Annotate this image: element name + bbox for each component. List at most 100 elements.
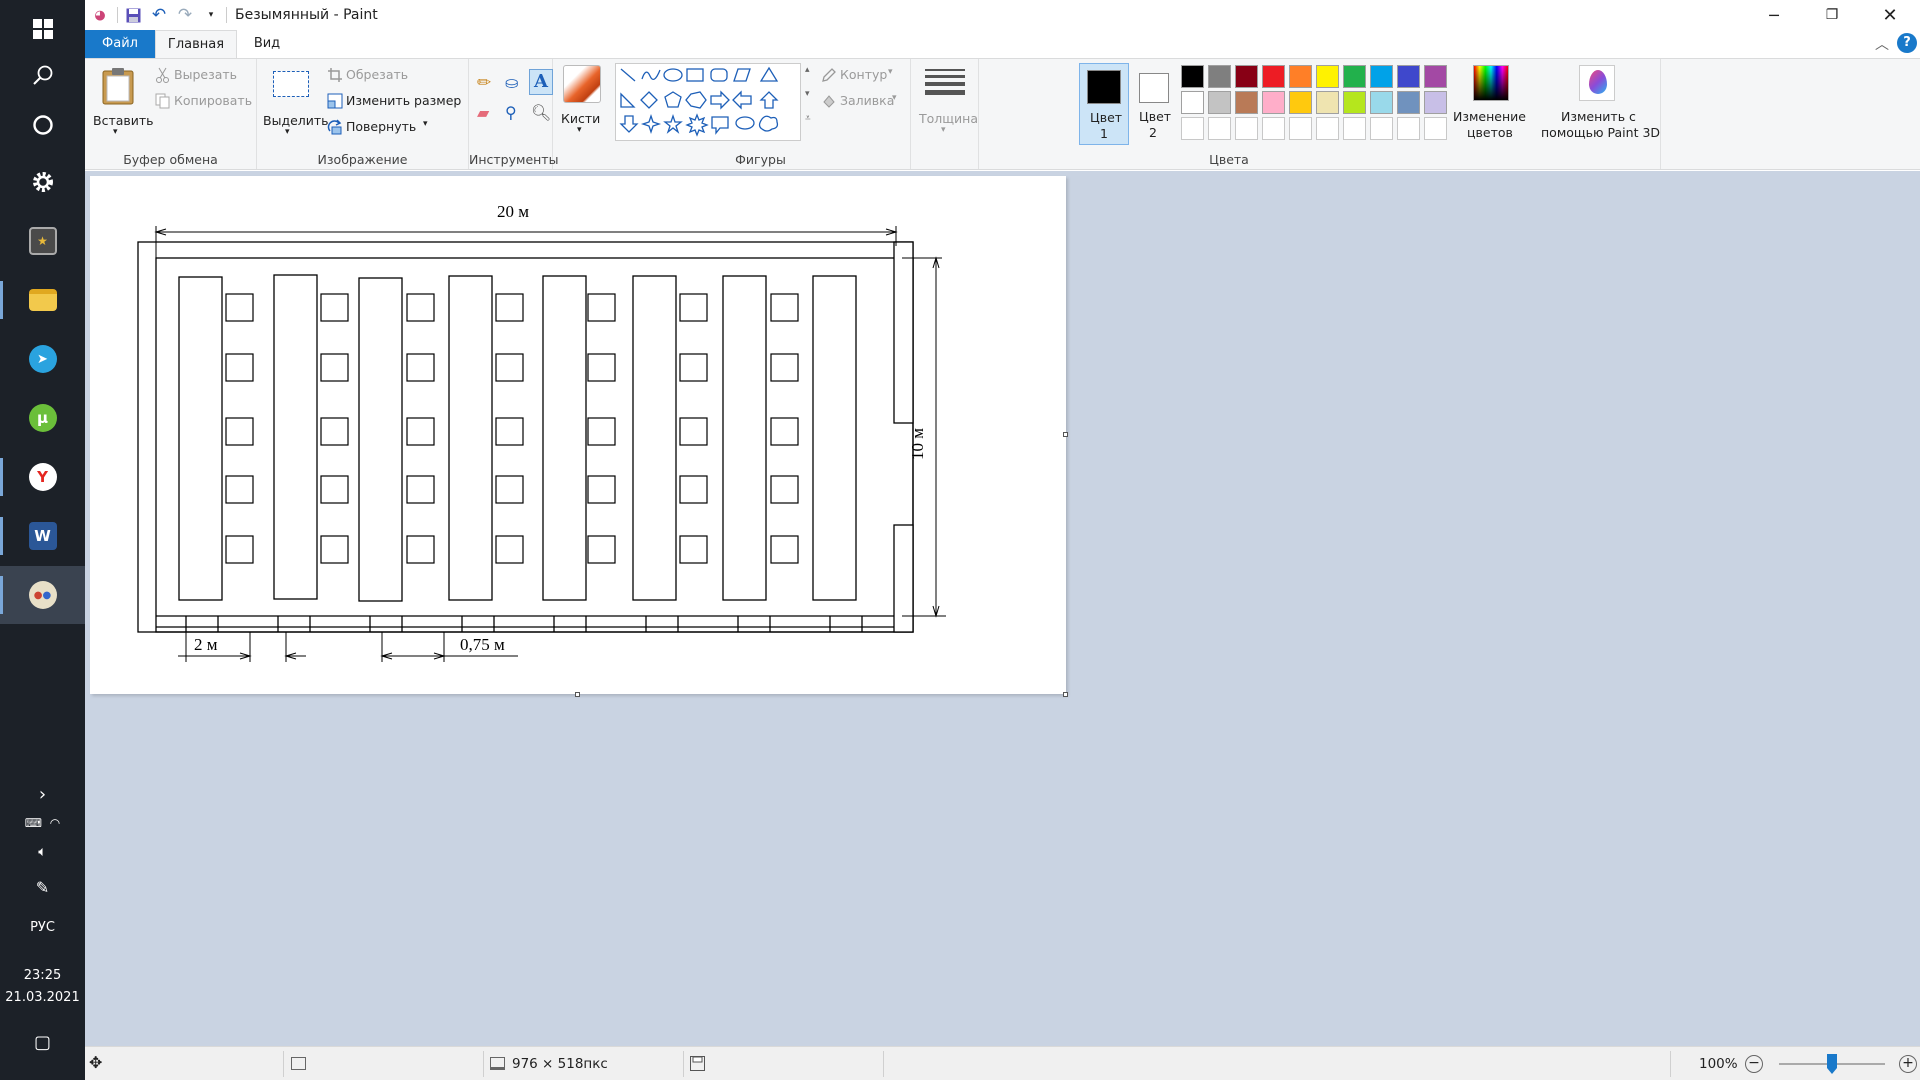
collapse-ribbon-icon[interactable]: ︿ <box>1875 34 1889 54</box>
taskbar-app-paint[interactable]: ● ● <box>0 566 85 624</box>
settings-button[interactable] <box>0 153 85 211</box>
palette-color[interactable] <box>1397 65 1420 88</box>
palette-color[interactable] <box>1262 65 1285 88</box>
taskbar-app-word[interactable]: W <box>0 507 85 565</box>
palette-color[interactable] <box>1235 91 1258 114</box>
palette-color[interactable] <box>1208 91 1231 114</box>
group-label-image: Изображение <box>317 152 408 167</box>
help-icon[interactable]: ? <box>1897 33 1917 53</box>
paint-app-icon[interactable]: ◕ <box>89 4 111 26</box>
select-button[interactable]: Выделить ▾ <box>261 65 329 145</box>
palette-custom-slot[interactable] <box>1208 117 1231 140</box>
palette-custom-slot[interactable] <box>1181 117 1204 140</box>
palette-color[interactable] <box>1181 91 1204 114</box>
outline-dropdown-icon[interactable]: ▾ <box>888 67 893 77</box>
fill-bucket-icon[interactable]: ⛀ <box>505 73 527 95</box>
palette-color[interactable] <box>1316 65 1339 88</box>
palette-color[interactable] <box>1424 65 1447 88</box>
zoom-slider[interactable] <box>1779 1054 1885 1074</box>
customize-quick-access-icon[interactable]: ▾ <box>200 4 222 26</box>
plan-chair <box>320 475 349 504</box>
pencil-icon[interactable]: ✏ <box>477 73 499 95</box>
rotate-dropdown-icon[interactable]: ▾ <box>423 119 428 129</box>
file-size-icon <box>690 1056 705 1071</box>
rotate-button[interactable]: Повернуть <box>346 119 416 134</box>
cut-button[interactable]: Вырезать <box>174 67 237 82</box>
color2-button[interactable]: Цвет 2 <box>1131 63 1177 145</box>
taskbar-app-telegram[interactable]: ➤ <box>0 330 85 388</box>
palette-color[interactable] <box>1208 65 1231 88</box>
tab-file[interactable]: Файл <box>85 30 155 58</box>
palette-color[interactable] <box>1397 91 1420 114</box>
resize-handle-right[interactable] <box>1063 432 1068 437</box>
outline-button[interactable]: Контур <box>840 67 887 82</box>
notification-center-icon[interactable]: ▢ <box>0 1032 85 1053</box>
taskbar-app-yandex[interactable]: Y <box>0 448 85 506</box>
palette-color[interactable] <box>1343 65 1366 88</box>
palette-color[interactable] <box>1289 65 1312 88</box>
resize-button[interactable]: Изменить размер <box>346 93 461 108</box>
brushes-button[interactable]: Кисти ▾ <box>553 59 611 169</box>
tab-view[interactable]: Вид <box>237 30 297 58</box>
resize-handle-bottom[interactable] <box>575 692 580 697</box>
eraser-icon[interactable]: ▰ <box>477 103 499 125</box>
fill-dropdown-icon[interactable]: ▾ <box>892 93 897 103</box>
restore-button[interactable]: ❐ <box>1803 0 1861 30</box>
palette-color[interactable] <box>1235 65 1258 88</box>
taskbar-app-media[interactable]: ★ <box>0 212 85 270</box>
close-button[interactable]: ✕ <box>1861 0 1919 30</box>
copy-button[interactable]: Копировать <box>174 93 252 108</box>
palette-custom-slot[interactable] <box>1289 117 1312 140</box>
rotate-icon <box>327 119 342 135</box>
text-tool-icon[interactable]: A <box>529 69 553 95</box>
shapes-scroll-down-icon[interactable]: ▾ <box>805 89 810 99</box>
zoom-out-button[interactable]: − <box>1745 1055 1763 1073</box>
drawing-canvas[interactable]: 20 м 10 м 2 м 0,75 м <box>90 176 1068 697</box>
crop-button[interactable]: Обрезать <box>346 67 408 82</box>
zoom-slider-thumb[interactable] <box>1827 1054 1837 1074</box>
save-icon[interactable] <box>122 4 144 26</box>
palette-custom-slot[interactable] <box>1316 117 1339 140</box>
size-button[interactable]: Толщина ▾ <box>911 59 979 169</box>
language-indicator[interactable]: РУС <box>0 920 85 935</box>
magnifier-icon[interactable]: 🔍︎ <box>531 103 553 125</box>
palette-color[interactable] <box>1424 91 1447 114</box>
taskbar-app-utorrent[interactable]: µ <box>0 389 85 447</box>
palette-custom-slot[interactable] <box>1235 117 1258 140</box>
show-hidden-icons-chevron[interactable]: › <box>0 784 85 805</box>
paste-button[interactable]: Вставить ▾ <box>93 65 154 145</box>
palette-color[interactable] <box>1316 91 1339 114</box>
taskbar-app-explorer[interactable] <box>0 271 85 329</box>
cortana-button[interactable] <box>0 96 85 154</box>
palette-custom-slot[interactable] <box>1424 117 1447 140</box>
edit-with-paint3d-button[interactable]: Изменить с помощью Paint 3D <box>1539 63 1660 145</box>
palette-custom-slot[interactable] <box>1397 117 1420 140</box>
palette-color[interactable] <box>1370 91 1393 114</box>
clock-date[interactable]: 21.03.2021 <box>0 990 85 1005</box>
palette-color[interactable] <box>1181 65 1204 88</box>
color1-button[interactable]: Цвет 1 <box>1079 63 1129 145</box>
clock-time[interactable]: 23:25 <box>0 968 85 983</box>
palette-custom-slot[interactable] <box>1370 117 1393 140</box>
undo-icon[interactable]: ↶ <box>148 4 170 26</box>
palette-color[interactable] <box>1370 65 1393 88</box>
volume-icon[interactable]: 🔈︎ <box>0 844 85 860</box>
pen-icon[interactable]: ✎ <box>0 878 85 897</box>
palette-custom-slot[interactable] <box>1343 117 1366 140</box>
palette-color[interactable] <box>1289 91 1312 114</box>
shapes-more-icon[interactable]: ⩡ <box>805 113 811 124</box>
shapes-scroll-up-icon[interactable]: ▴ <box>805 65 810 75</box>
palette-custom-slot[interactable] <box>1262 117 1285 140</box>
zoom-in-button[interactable]: + <box>1899 1055 1917 1073</box>
color-picker-icon[interactable]: ⚲ <box>505 103 527 125</box>
resize-handle-corner[interactable] <box>1063 692 1068 697</box>
tab-home[interactable]: Главная <box>155 30 237 58</box>
palette-color[interactable] <box>1343 91 1366 114</box>
shapes-gallery[interactable] <box>615 63 801 141</box>
network-tray[interactable]: ⌨ ◠ <box>0 816 85 830</box>
minimize-button[interactable]: ─ <box>1745 0 1803 30</box>
redo-icon[interactable]: ↷ <box>174 4 196 26</box>
palette-color[interactable] <box>1262 91 1285 114</box>
edit-colors-button[interactable]: Изменение цветов <box>1453 63 1529 145</box>
fill-button[interactable]: Заливка <box>840 93 894 108</box>
